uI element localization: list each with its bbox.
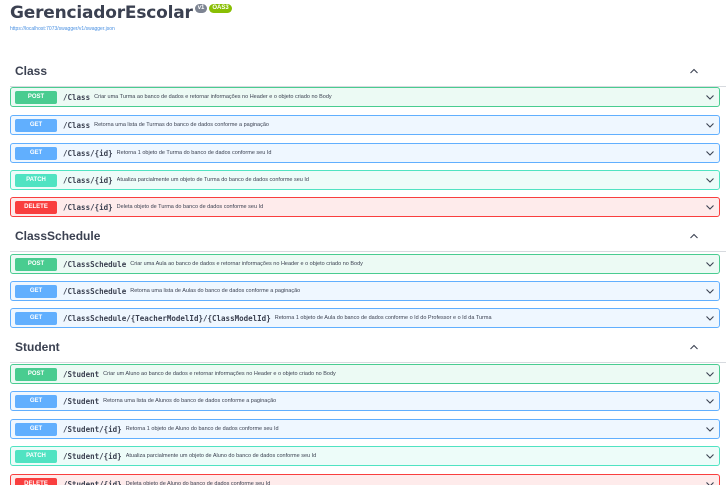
operation-path: /Class/{id} [63, 148, 113, 158]
operation-description: Retorna 1 objeto de Turma do banco de da… [116, 150, 272, 156]
operation-description: Retorna uma lista de Turmas do banco de … [94, 122, 269, 128]
chevron-down-icon[interactable] [703, 90, 717, 104]
operation-get[interactable]: GET/Student Retorna uma lista de Alunos d… [10, 391, 720, 411]
method-badge: GET [15, 311, 57, 325]
method-badge: GET [15, 284, 57, 298]
operation-description: Retorna 1 objeto de Aluno do banco de da… [125, 426, 279, 432]
operation-delete[interactable]: DELETE/Class/{id} Deleta objeto de Turma … [10, 197, 720, 217]
chevron-down-icon[interactable] [703, 257, 717, 271]
chevron-down-icon[interactable] [703, 477, 717, 485]
operation-path: /Student [63, 369, 100, 379]
method-badge: PATCH [15, 173, 57, 187]
chevron-down-icon[interactable] [703, 146, 717, 160]
operation-post[interactable]: POST/Student Criar um Aluno ao banco de d… [10, 364, 720, 384]
method-badge: PATCH [15, 449, 57, 463]
operation-delete[interactable]: DELETE/Student/{id} Deleta objeto de Alun… [10, 474, 720, 485]
chevron-down-icon[interactable] [703, 284, 717, 298]
chevron-down-icon[interactable] [703, 449, 717, 463]
operation-post[interactable]: POST/Class Criar uma Turma ao banco de da… [10, 87, 720, 107]
chevron-down-icon[interactable] [703, 173, 717, 187]
method-badge: POST [15, 257, 57, 271]
operation-path: /Student/{id} [63, 479, 122, 485]
operation-path: /Student/{id} [63, 451, 122, 461]
operation-patch[interactable]: PATCH/Class/{id} Atualiza parcialmente um… [10, 170, 720, 190]
operation-path: /ClassSchedule [63, 259, 127, 269]
chevron-down-icon[interactable] [703, 200, 717, 214]
operation-description: Atualiza parcialmente um objeto de Aluno… [125, 453, 317, 459]
chevron-down-icon[interactable] [703, 118, 717, 132]
method-badge: DELETE [15, 477, 57, 485]
operation-get[interactable]: GET/ClassSchedule Retorna uma lista de Au… [10, 281, 720, 301]
operation-path: /ClassSchedule [63, 286, 127, 296]
operation-get[interactable]: GET/ClassSchedule/{TeacherModelId}/{Clas… [10, 308, 720, 328]
operation-path: /Student [63, 396, 100, 406]
operation-description: Atualiza parcialmente um objeto de Turma… [116, 177, 309, 183]
method-badge: GET [15, 394, 57, 408]
chevron-down-icon[interactable] [703, 422, 717, 436]
operation-get[interactable]: GET/Class/{id} Retorna 1 objeto de Turma … [10, 143, 720, 163]
method-badge: DELETE [15, 200, 57, 214]
method-badge: GET [15, 146, 57, 160]
operation-path: /Class/{id} [63, 202, 113, 212]
operation-description: Retorna uma lista de Alunos do banco de … [103, 398, 277, 404]
chevron-down-icon[interactable] [703, 394, 717, 408]
operation-path: /Student/{id} [63, 424, 122, 434]
operation-get[interactable]: GET/Student/{id} Retorna 1 objeto de Alun… [10, 419, 720, 439]
operation-path: /Class/{id} [63, 175, 113, 185]
operation-get[interactable]: GET/Class Retorna uma lista de Turmas do … [10, 115, 720, 135]
operation-post[interactable]: POST/ClassSchedule Criar uma Aula ao banc… [10, 254, 720, 274]
operation-description: Retorna 1 objeto de Aula do banco de dad… [274, 315, 492, 321]
operation-description: Retorna uma lista de Aulas do banco de d… [130, 288, 301, 294]
chevron-down-icon[interactable] [703, 311, 717, 325]
method-badge: GET [15, 422, 57, 436]
method-badge: POST [15, 367, 57, 381]
operation-path: /Class [63, 120, 91, 130]
operation-description: Criar um Aluno ao banco de dados e retor… [103, 371, 336, 377]
method-badge: GET [15, 118, 57, 132]
operation-description: Criar uma Turma ao banco de dados e reto… [94, 94, 332, 100]
operation-description: Deleta objeto de Aluno do banco de dados… [125, 481, 271, 485]
operation-description: Deleta objeto de Turma do banco de dados… [116, 204, 264, 210]
chevron-down-icon[interactable] [703, 367, 717, 381]
operation-path: /Class [63, 92, 91, 102]
method-badge: POST [15, 90, 57, 104]
operation-patch[interactable]: PATCH/Student/{id} Atualiza parcialmente … [10, 446, 720, 466]
operations-layer: POST/Class Criar uma Turma ao banco de da… [10, 0, 726, 485]
operation-description: Criar uma Aula ao banco de dados e retor… [130, 261, 363, 267]
operation-path: /ClassSchedule/{TeacherModelId}/{ClassMo… [63, 313, 271, 323]
